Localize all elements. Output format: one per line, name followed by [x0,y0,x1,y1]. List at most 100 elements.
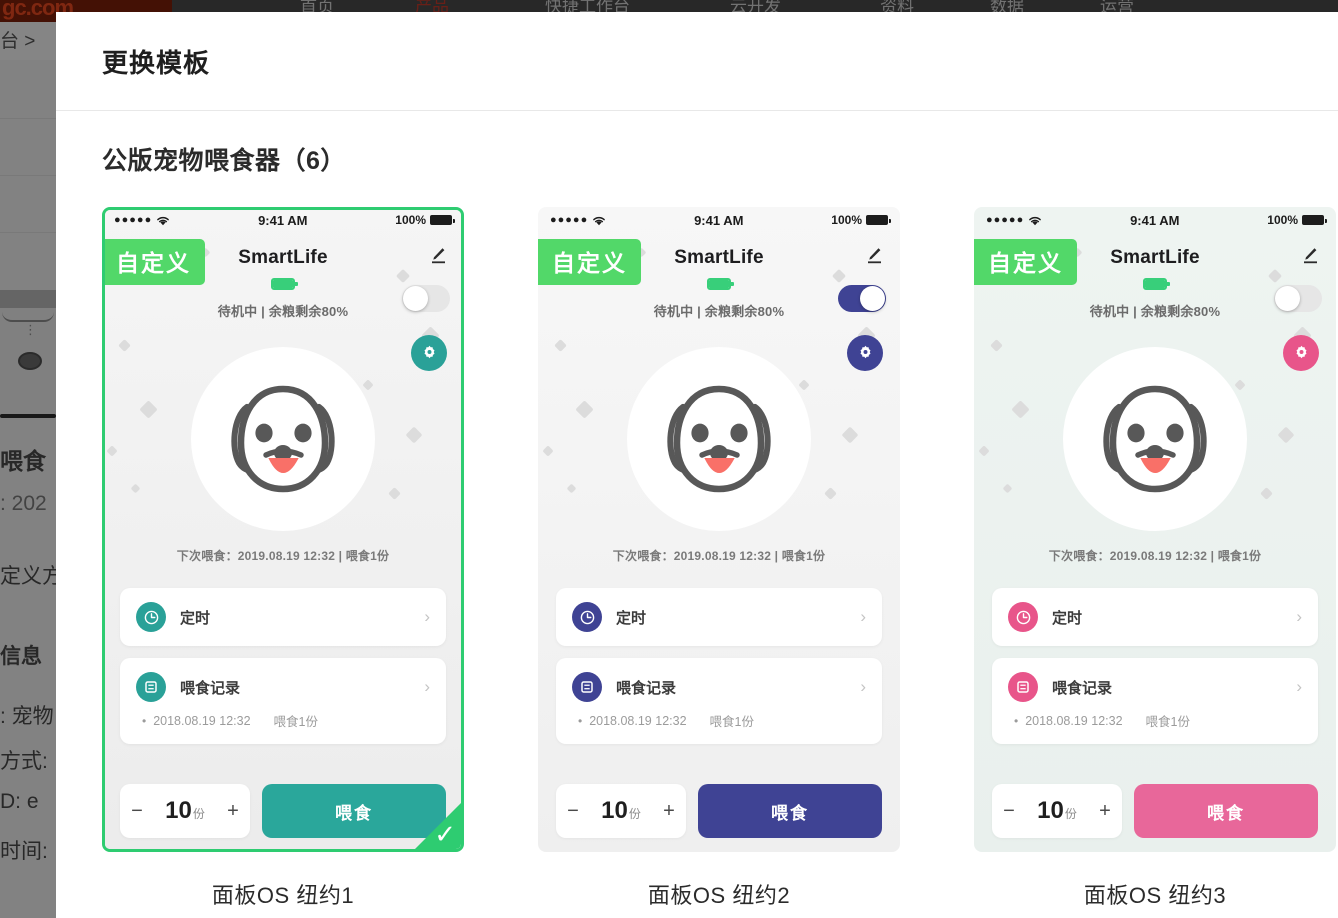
template-preview-card-2[interactable]: ●●●●● 9:41 AM 100% 自定义 SmartLife 待机中 | 余… [538,207,900,852]
dog-face-icon [667,385,771,493]
gear-settings-icon [424,345,434,358]
stepper-minus-button[interactable]: − [1003,800,1015,823]
feed-button[interactable]: 喂食 [1134,784,1318,838]
status-battery-group: 100% [1267,213,1327,227]
record-row-label: 喂食记录 [180,679,241,697]
sparkle-decoration [990,339,1003,352]
stepper-plus-button[interactable]: + [227,800,239,823]
portion-stepper[interactable]: − 10份 + [120,784,250,838]
sparkle-decoration [824,487,837,500]
template-option-1[interactable]: ●●●●● 9:41 AM 100% 自定义 SmartLife 待机中 | 余… [102,207,464,910]
feed-record-row[interactable]: 喂食记录 › • 2018.08.19 12:32 喂食1份 [992,658,1318,744]
gear-settings-icon [1296,345,1306,358]
battery-percent-label: 100% [1267,213,1298,227]
feed-control-bar: − 10份 + 喂食 [556,784,882,838]
chevron-right-icon: › [424,677,430,696]
timer-row[interactable]: 定时 › [992,588,1318,646]
pencil-edit-icon[interactable] [1300,245,1320,270]
wifi-icon [157,216,170,225]
phone-mockup: ●●●●● 9:41 AM 100% 自定义 SmartLife 待机中 | 余… [974,207,1336,852]
chevron-right-icon: › [1296,607,1302,626]
feed-record-row[interactable]: 喂食记录 › • 2018.08.19 12:32 喂食1份 [556,658,882,744]
record-timestamp: 2018.08.19 12:32 [153,713,251,728]
dog-avatar-circle [627,347,811,531]
sparkle-decoration [554,339,567,352]
timer-row-label: 定时 [616,609,647,627]
next-feed-text: 下次喂食：2019.08.19 12:32 | 喂食1份 [612,549,826,563]
sparkle-decoration [405,426,423,444]
sparkle-decoration [798,379,810,391]
feed-control-bar: − 10份 + 喂食 [120,784,446,838]
record-amount: 喂食1份 [1145,715,1190,729]
phone-status-bar: ●●●●● 9:41 AM 100% [105,210,461,233]
portion-stepper[interactable]: − 10份 + [992,784,1122,838]
sparkle-decoration [362,379,374,391]
stepper-value: 10 [165,797,192,824]
clock-icon [144,610,158,624]
sparkle-decoration [1011,400,1030,419]
toggle-knob [1275,286,1300,311]
template-preview-card-1[interactable]: ●●●●● 9:41 AM 100% 自定义 SmartLife 待机中 | 余… [102,207,464,852]
chevron-right-icon: › [860,677,866,696]
sparkle-decoration [566,483,577,494]
list-record-icon [1017,681,1029,693]
bullet-icon: • [578,713,583,728]
sparkle-decoration [1234,379,1246,391]
feed-record-row[interactable]: 喂食记录 › • 2018.08.19 12:32 喂食1份 [120,658,446,744]
sparkle-decoration [118,339,131,352]
settings-gear-button[interactable] [847,335,883,371]
sparkle-decoration [1002,483,1013,494]
pencil-edit-icon[interactable] [864,245,884,270]
list-record-icon [1008,672,1038,702]
pencil-edit-icon[interactable] [428,245,448,270]
power-toggle[interactable] [838,285,886,312]
settings-gear-button[interactable] [411,335,447,371]
dog-face-icon [1103,385,1207,493]
battery-percent-label: 100% [831,213,862,227]
phone-list-area: 定时 › 喂食记录 › • 2018.08.19 12:32 喂食1份 − 10… [974,574,1336,852]
clock-icon [1016,610,1030,624]
power-toggle[interactable] [1274,285,1322,312]
list-record-icon [136,672,166,702]
record-row-label: 喂食记录 [1052,679,1113,697]
stepper-plus-button[interactable]: + [1099,800,1111,823]
feed-button[interactable]: 喂食 [698,784,882,838]
portion-stepper[interactable]: − 10份 + [556,784,686,838]
signal-dots: ●●●●● [986,214,1025,226]
timer-row-label: 定时 [1052,609,1083,627]
power-toggle[interactable] [402,285,450,312]
phone-mockup: ●●●●● 9:41 AM 100% 自定义 SmartLife 待机中 | 余… [538,207,900,852]
template-option-2[interactable]: ●●●●● 9:41 AM 100% 自定义 SmartLife 待机中 | 余… [538,207,900,910]
template-preview-card-3[interactable]: ●●●●● 9:41 AM 100% 自定义 SmartLife 待机中 | 余… [974,207,1336,852]
modal-header: 更换模板 [56,12,1338,111]
stepper-plus-button[interactable]: + [663,800,675,823]
phone-list-area: 定时 › 喂食记录 › • 2018.08.19 12:32 喂食1份 − 10… [105,574,461,849]
change-template-modal: 更换模板 公版宠物喂食器（6） ●●●●● 9:41 AM 100% 自定义 S… [56,12,1338,918]
bullet-icon: • [1014,713,1019,728]
custom-badge: 自定义 [538,239,641,285]
template-option-3[interactable]: ●●●●● 9:41 AM 100% 自定义 SmartLife 待机中 | 余… [974,207,1336,910]
feed-control-bar: − 10份 + 喂食 [992,784,1318,838]
template-grid: ●●●●● 9:41 AM 100% 自定义 SmartLife 待机中 | 余… [102,207,1336,910]
dog-avatar-circle [1063,347,1247,531]
phone-status-bar: ●●●●● 9:41 AM 100% [974,207,1336,233]
sparkle-decoration [542,445,554,457]
modal-title: 更换模板 [102,47,211,78]
sparkle-decoration [139,400,158,419]
settings-gear-button[interactable] [1283,335,1319,371]
sparkle-decoration [575,400,594,419]
stepper-value: 10 [601,797,628,824]
stepper-value: 10 [1037,797,1064,824]
record-amount: 喂食1份 [709,715,754,729]
list-record-icon [581,681,593,693]
timer-row[interactable]: 定时 › [556,588,882,646]
timer-row[interactable]: 定时 › [120,588,446,646]
stepper-minus-button[interactable]: − [567,800,579,823]
list-record-icon [572,672,602,702]
next-feed-text: 下次喂食：2019.08.19 12:32 | 喂食1份 [176,549,390,563]
sparkle-decoration [130,483,141,494]
chevron-right-icon: › [424,607,430,626]
template-caption-1: 面板OS 纽约1 [211,883,355,908]
pencil-edit-icon [1304,248,1317,264]
stepper-minus-button[interactable]: − [131,800,143,823]
